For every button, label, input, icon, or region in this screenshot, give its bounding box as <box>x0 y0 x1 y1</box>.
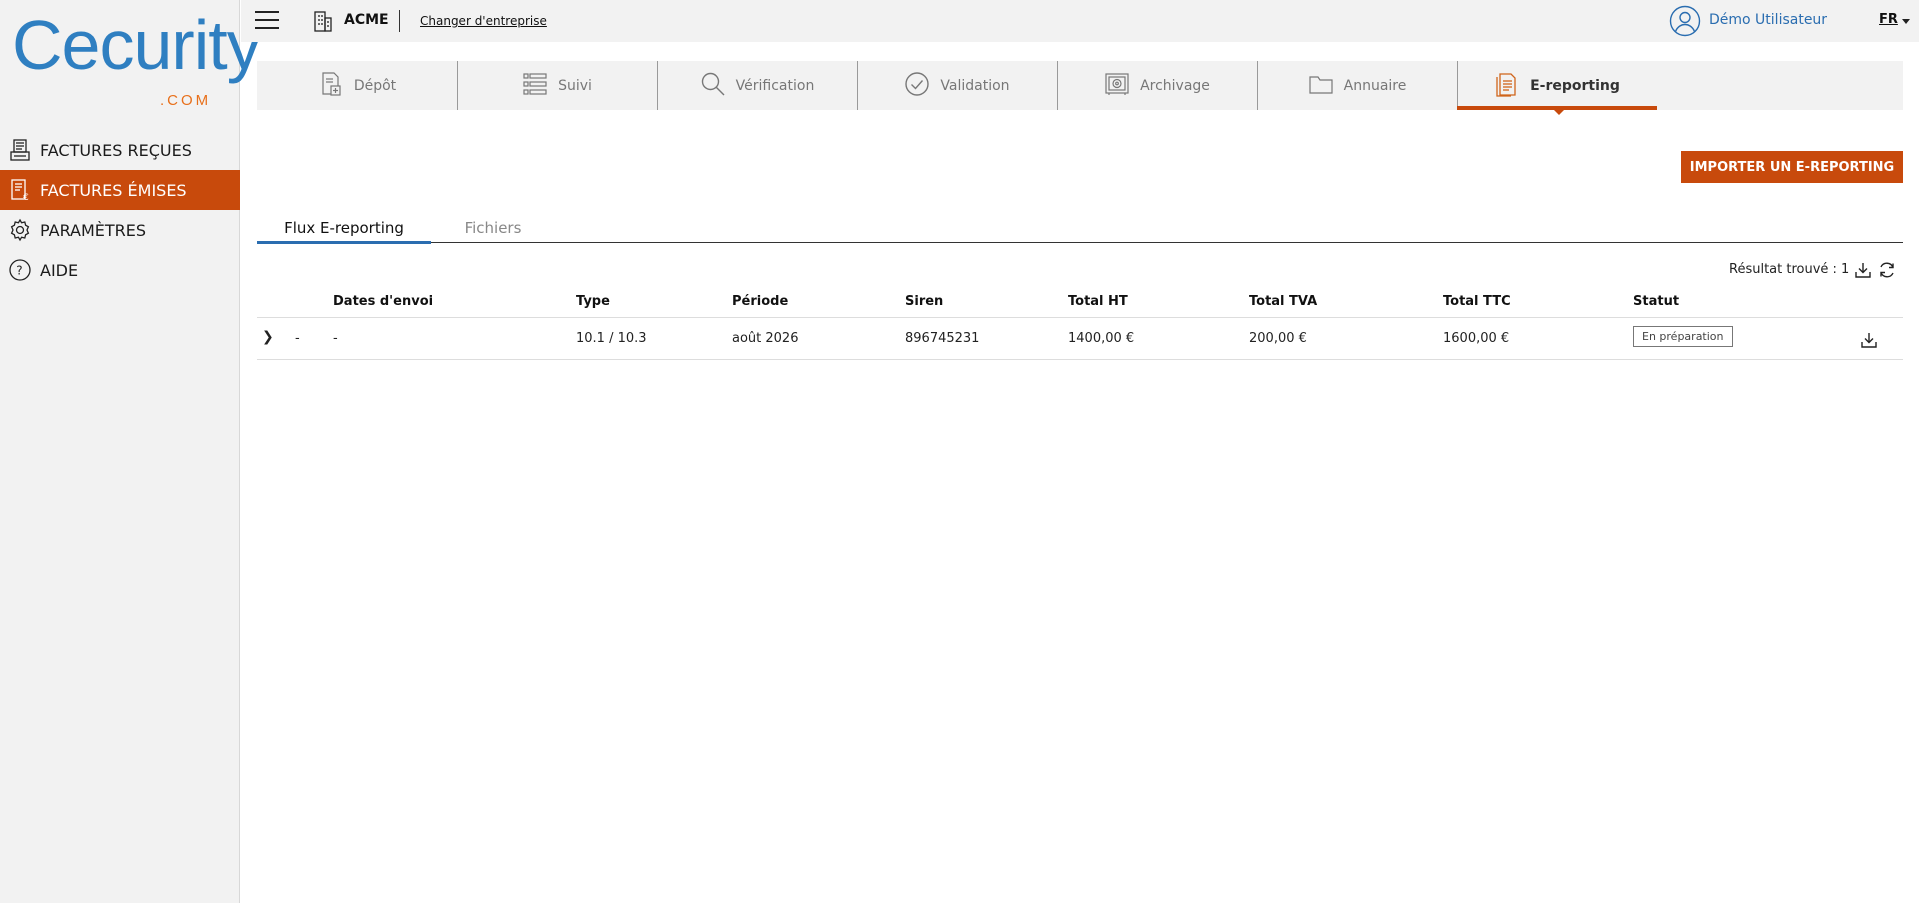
cell-total-tva: 200,00 € <box>1249 331 1307 346</box>
cell-total-ttc: 1600,00 € <box>1443 331 1510 346</box>
tab-label: E-reporting <box>1530 77 1620 94</box>
tab-e-reporting[interactable]: E-reporting <box>1457 61 1657 115</box>
search-icon <box>700 71 726 101</box>
caret-down-icon[interactable] <box>1902 19 1910 24</box>
tab-label: Suivi <box>558 77 592 94</box>
column-header-total-ttc[interactable]: Total TTC <box>1443 294 1511 309</box>
tab-archivage[interactable]: Archivage <box>1057 61 1257 110</box>
tab-verification[interactable]: Vérification <box>657 61 857 110</box>
cell-empty: - <box>295 331 300 346</box>
result-count: Résultat trouvé : 1 <box>1729 262 1850 277</box>
e-reporting-table: Dates d'envoi Type Période Siren Total H… <box>257 286 1903 360</box>
cecurity-logo[interactable]: Cecurity .COM <box>12 10 262 114</box>
cell-date-envoi: - <box>333 331 338 346</box>
column-header-type[interactable]: Type <box>576 294 610 309</box>
hamburger-menu-icon[interactable] <box>255 11 279 31</box>
column-header-statut[interactable]: Statut <box>1633 294 1679 309</box>
cell-total-ht: 1400,00 € <box>1068 331 1135 346</box>
language-selector[interactable]: FR <box>1879 12 1898 27</box>
divider <box>399 10 400 32</box>
sidebar-item-aide[interactable]: ? AIDE <box>0 250 240 290</box>
refresh-icon[interactable] <box>1878 261 1896 283</box>
sidebar-item-factures-emises[interactable]: € FACTURES ÉMISES <box>0 170 240 210</box>
check-circle-icon <box>904 71 930 101</box>
sidebar-item-label: AIDE <box>40 260 79 280</box>
expand-row-chevron-icon[interactable]: ❯ <box>262 329 274 345</box>
invoice-euro-icon: € <box>0 178 40 202</box>
tab-fichiers[interactable]: Fichiers <box>431 213 555 243</box>
cell-periode: août 2026 <box>732 331 799 346</box>
tab-label: Archivage <box>1140 77 1210 94</box>
user-name[interactable]: Démo Utilisateur <box>1709 12 1827 28</box>
sidebar-item-factures-recues[interactable]: FACTURES REÇUES <box>0 130 240 170</box>
main-tabs: Dépôt Suivi Vérification Validation Arch… <box>257 61 1903 115</box>
change-company-link[interactable]: Changer d'entreprise <box>420 14 547 28</box>
document-icon <box>1494 71 1520 101</box>
sub-tabs: Flux E-reporting Fichiers <box>257 213 1903 244</box>
table-header: Dates d'envoi Type Période Siren Total H… <box>257 286 1903 318</box>
printer-invoice-icon <box>0 138 40 162</box>
tab-annuaire[interactable]: Annuaire <box>1257 61 1457 110</box>
status-badge: En préparation <box>1633 326 1733 347</box>
column-header-dates-envoi[interactable]: Dates d'envoi <box>333 294 433 309</box>
sidebar-item-label: PARAMÈTRES <box>40 220 147 240</box>
tab-label: Annuaire <box>1343 77 1407 94</box>
tab-flux-e-reporting[interactable]: Flux E-reporting <box>257 213 431 244</box>
svg-text:€: € <box>23 193 29 202</box>
gear-icon <box>0 218 40 242</box>
user-avatar-icon[interactable] <box>1669 5 1701 41</box>
column-header-siren[interactable]: Siren <box>905 294 943 309</box>
logo-text: Cecurity <box>12 6 262 84</box>
help-circle-icon: ? <box>0 258 40 282</box>
tab-suivi[interactable]: Suivi <box>457 61 657 110</box>
column-header-periode[interactable]: Période <box>732 294 788 309</box>
tab-label: Vérification <box>735 77 815 94</box>
tab-depot[interactable]: Dépôt <box>257 61 457 110</box>
column-header-total-tva[interactable]: Total TVA <box>1249 294 1317 309</box>
tab-label: Dépôt <box>353 77 397 94</box>
sidebar: Cecurity .COM FACTURES REÇUES € FACTURES… <box>0 0 262 903</box>
table-row[interactable]: ❯ - - 10.1 / 10.3 août 2026 896745231 14… <box>257 318 1903 360</box>
column-header-total-ht[interactable]: Total HT <box>1068 294 1128 309</box>
tab-validation[interactable]: Validation <box>857 61 1057 110</box>
company-name: ACME <box>344 12 389 28</box>
tab-label: Validation <box>940 77 1010 94</box>
top-bar: ACME Changer d'entreprise Démo Utilisate… <box>241 0 1919 42</box>
folder-icon <box>1308 71 1334 101</box>
list-icon <box>522 71 548 101</box>
download-icon[interactable] <box>1860 331 1878 353</box>
svg-text:?: ? <box>16 264 22 278</box>
cell-type: 10.1 / 10.3 <box>576 331 647 346</box>
cell-siren: 896745231 <box>905 331 980 346</box>
building-icon <box>311 9 335 37</box>
sidebar-item-parametres[interactable]: PARAMÈTRES <box>0 210 240 250</box>
download-icon[interactable] <box>1854 261 1872 283</box>
upload-document-icon <box>318 71 344 101</box>
sidebar-item-label: FACTURES REÇUES <box>40 140 192 160</box>
sidebar-item-label: FACTURES ÉMISES <box>40 180 187 200</box>
import-e-reporting-button[interactable]: IMPORTER UN E-REPORTING <box>1681 151 1903 183</box>
safe-icon <box>1104 71 1130 101</box>
logo-suffix: .COM <box>160 92 212 109</box>
